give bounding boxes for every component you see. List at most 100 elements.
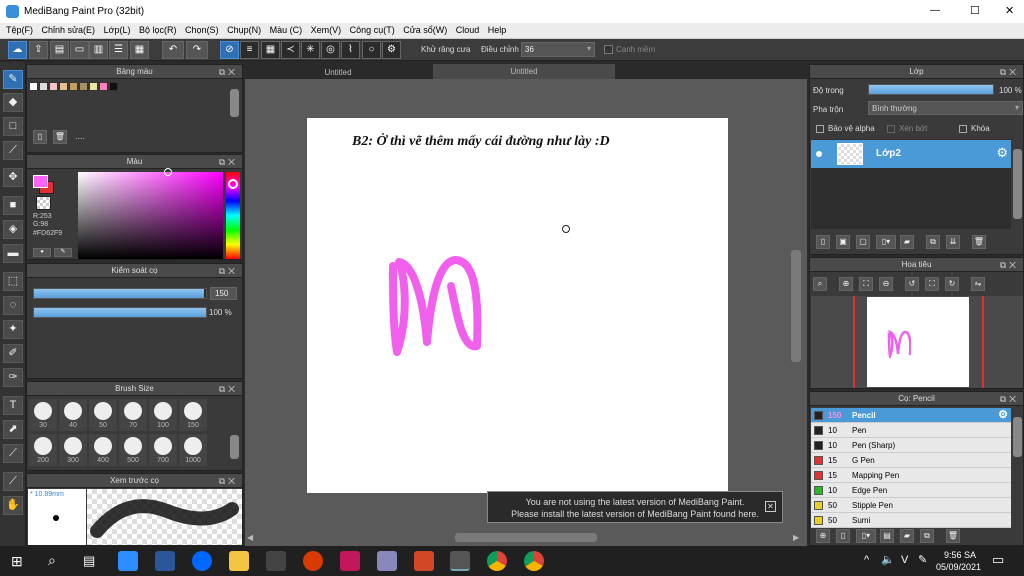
adjust-select[interactable]: 36 ▾ [521,42,595,57]
menu-select[interactable]: Chọn(S) [185,23,219,37]
chat-icon[interactable]: ▭ [70,41,89,59]
saturation-value-picker[interactable] [78,172,223,259]
panel-controls-icon[interactable]: ⧉✕ [219,155,238,169]
line-tool-icon[interactable]: ⟋ [3,141,23,160]
rotate-right-icon[interactable]: ↻ [945,277,959,291]
word-app-icon[interactable] [155,551,175,571]
select-eraser-tool-icon[interactable]: ✑ [3,368,23,387]
brush-tool-icon[interactable]: ✎ [3,70,23,89]
color-mode-icon[interactable]: ● [33,248,51,257]
duplicate-layer-icon[interactable]: ⧉ [926,235,940,249]
app-red-icon[interactable] [303,551,323,571]
menu-window[interactable]: Cửa sổ(W) [403,23,447,37]
panel-controls-icon[interactable]: ⧉✕ [219,382,238,396]
lock-checkbox[interactable] [959,125,967,133]
notice-close-button[interactable]: ✕ [765,501,776,512]
brush-size-field[interactable]: 150 [210,287,237,300]
menu-snap[interactable]: Chụp(N) [227,23,261,37]
panel-controls-icon[interactable]: ⧉✕ [1000,258,1019,272]
gear-icon[interactable]: ⚙ [996,145,1008,161]
delete-palette-icon[interactable]: 🗑 [53,130,67,144]
curve-snap-icon[interactable]: ⌇ [341,41,360,59]
brush-file-icon[interactable]: ▯ [836,529,850,543]
swatch[interactable] [49,82,58,91]
gradient-tool-icon[interactable]: ▬ [3,244,23,263]
fit-screen-icon[interactable]: ⛶ [925,277,939,291]
divide-tool-icon[interactable]: ⟋ [3,444,23,463]
menu-edit[interactable]: Chỉnh sửa(E) [42,23,96,37]
zoom-out-icon[interactable]: ⊖ [879,277,893,291]
swatch[interactable] [89,82,98,91]
pen-scrollbar[interactable] [1013,417,1022,457]
brush-size-preset[interactable]: 400 [89,434,117,466]
panel-controls-icon[interactable]: ⧉✕ [219,474,238,488]
magic-wand-tool-icon[interactable]: ✦ [3,320,23,339]
volume-icon[interactable]: 🔈 [881,553,895,566]
tab-untitled-1[interactable]: Untitled [245,66,431,79]
paint-app-icon[interactable] [377,551,397,571]
palette-more[interactable]: .... [75,131,85,141]
scroll-right-icon[interactable]: ▶ [793,533,799,542]
soft-edge-checkbox[interactable] [604,45,613,54]
bucket-tool-icon[interactable]: ◈ [3,220,23,239]
hand-tool-icon[interactable]: ✋ [3,496,23,515]
brush-menu-icon[interactable]: ▯▾ [856,529,876,543]
brush-size-preset[interactable]: 500 [119,434,147,466]
menu-layer[interactable]: Lớp(L) [104,23,131,37]
swatch[interactable] [39,82,48,91]
clipping-checkbox[interactable] [887,125,895,133]
windows-start-icon[interactable]: ⊞ [11,553,23,570]
new-layer-icon[interactable]: ▯ [816,235,830,249]
menu-color[interactable]: Màu (C) [270,23,303,37]
chrome-app-icon[interactable] [487,551,507,571]
new-layer-1bit-icon[interactable]: ▢ [856,235,870,249]
gear-icon[interactable]: ⚙ [998,408,1008,423]
canvas-horizontal-scrollbar[interactable] [455,533,597,542]
menu-filter[interactable]: Bộ lọc(R) [139,23,177,37]
new-layer-8bit-icon[interactable]: ▣ [836,235,850,249]
pen-item[interactable]: 50 Stipple Pen [811,498,1011,513]
eraser-tool-icon[interactable]: ◆ [3,93,23,112]
layer-item[interactable]: Lớp2 ⚙ [811,140,1011,168]
menu-cloud[interactable]: Cloud [456,23,480,37]
clock-time[interactable]: 9:56 SA [944,550,976,560]
menu-view[interactable]: Xem(V) [311,23,342,37]
pen-item[interactable]: 10 Pen [811,423,1011,438]
brush-duplicate-icon[interactable]: ⧉ [920,529,934,543]
add-layer-menu-icon[interactable]: ▯▾ [876,235,896,249]
swatch[interactable] [29,82,38,91]
brush-size-preset[interactable]: 300 [59,434,87,466]
medibang-app-icon[interactable] [450,551,470,571]
merge-layer-icon[interactable]: ⇊ [946,235,960,249]
brush-size-preset[interactable]: 150 [179,399,207,431]
color-eyedrop-icon[interactable]: ✎ [54,248,72,257]
input-language[interactable]: V [901,554,908,566]
brush-size-preset[interactable]: 200 [29,434,57,466]
canvas-vertical-scrollbar[interactable] [791,250,801,362]
zoom-search-icon[interactable]: ⌕ [813,277,827,291]
flip-icon[interactable]: ⇋ [971,277,985,291]
text-tool-icon[interactable]: T [3,396,23,415]
zoom-in-icon[interactable]: ⊕ [839,277,853,291]
tray-up-icon[interactable]: ^ [864,554,869,566]
pen-item[interactable]: 50 Sumi [811,513,1011,528]
delete-layer-icon[interactable]: 🗑 [972,235,986,249]
brush-size-scrollbar[interactable] [230,435,239,459]
parallel-snap-icon[interactable]: ≡ [240,41,259,59]
select-tool-icon[interactable]: ⬚ [3,272,23,291]
swatch[interactable] [109,82,118,91]
vanish-snap-icon[interactable]: ≺ [281,41,300,59]
panel-controls-icon[interactable]: ⧉✕ [1000,392,1019,406]
menu-tools[interactable]: Công cụ(T) [350,23,395,37]
operation-tool-icon[interactable]: ⬈ [3,420,23,439]
grid-icon[interactable]: ▦ [130,41,149,59]
radial-snap-icon[interactable]: ✳ [301,41,320,59]
zalo-app-icon[interactable] [192,551,212,571]
swatch[interactable] [59,82,68,91]
brush-doc-icon[interactable]: ▤ [880,529,894,543]
fill-rect-tool-icon[interactable]: ■ [3,196,23,215]
cloud-icon[interactable]: ☁ [8,41,27,59]
transparent-color-swatch[interactable] [36,196,51,210]
panel-controls-icon[interactable]: ⧉✕ [1000,65,1019,79]
task-view-icon[interactable]: ▤ [83,553,95,569]
